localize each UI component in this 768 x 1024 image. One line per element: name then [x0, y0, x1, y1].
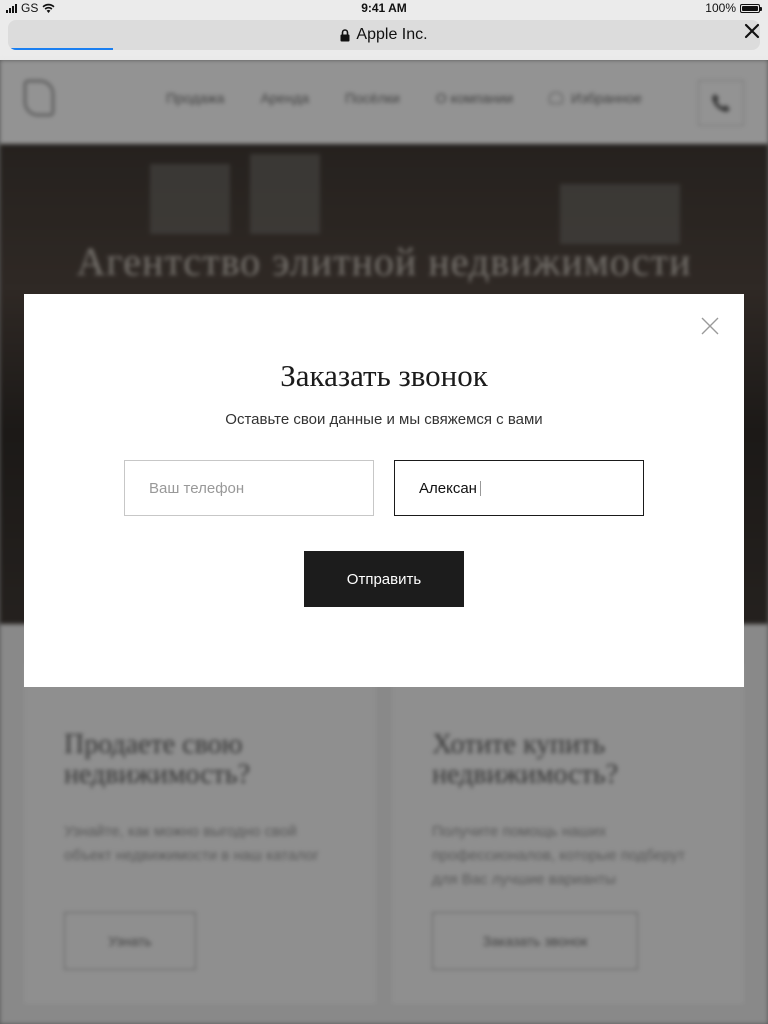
status-bar: GS 9:41 AM 100% [0, 0, 768, 16]
url-field[interactable]: Apple Inc. [8, 20, 760, 50]
status-time: 9:41 AM [361, 1, 407, 15]
submit-button[interactable]: Отправить [304, 551, 464, 607]
callback-modal: Заказать звонок Оставьте свои данные и м… [24, 294, 744, 687]
name-field[interactable]: Алексан [394, 460, 644, 516]
close-icon[interactable] [742, 21, 762, 41]
phone-placeholder: Ваш телефон [149, 479, 245, 497]
battery-fill [742, 5, 758, 11]
load-progress-bar [8, 48, 114, 50]
url-display[interactable]: Apple Inc. [8, 20, 760, 50]
lock-icon [340, 28, 350, 41]
text-caret [479, 480, 481, 496]
battery-percent: 100% [705, 1, 736, 15]
battery-icon [740, 3, 762, 13]
name-value: Алексан [419, 479, 477, 497]
status-right: 100% [705, 1, 762, 15]
modal-subtitle: Оставьте свои данные и мы свяжемся с вам… [225, 411, 543, 428]
modal-title: Заказать звонок [280, 358, 488, 393]
url-title: Apple Inc. [356, 26, 428, 43]
browser-bar: Apple Inc. [0, 16, 768, 60]
modal-close-icon[interactable] [700, 316, 720, 336]
phone-field[interactable]: Ваш телефон [124, 460, 374, 516]
